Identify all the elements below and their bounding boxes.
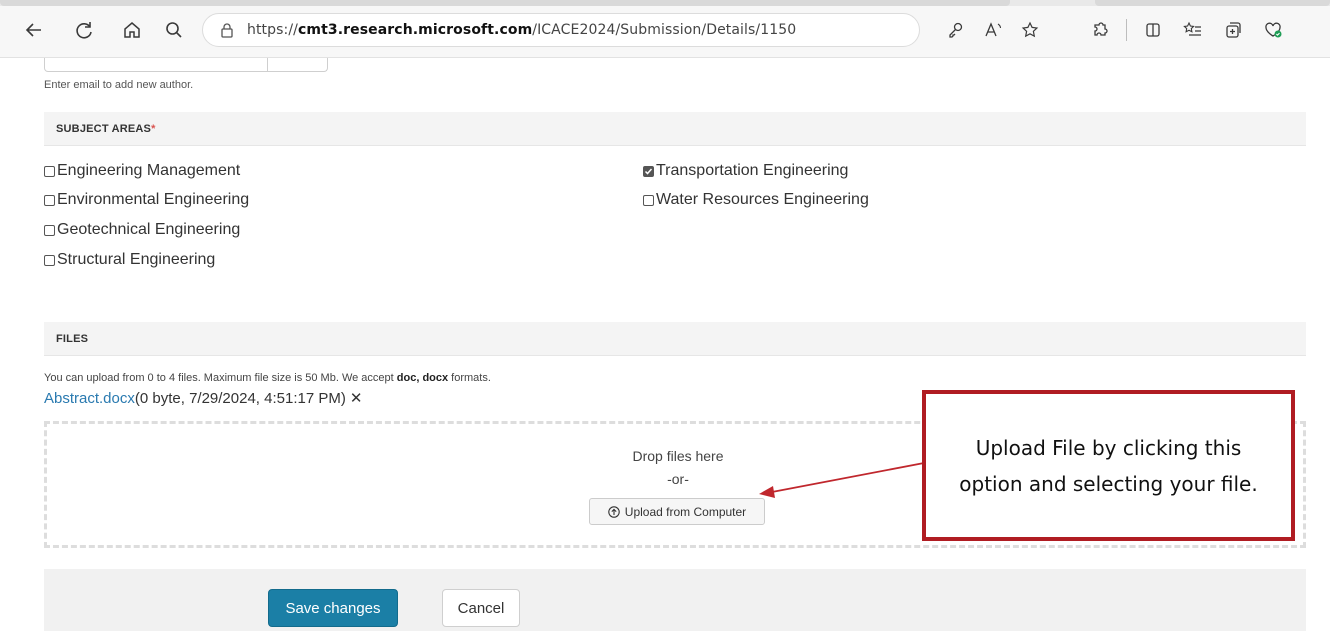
upload-circle-icon — [608, 505, 620, 518]
screenshot-root: https://cmt3.research.microsoft.com/ICAC… — [0, 0, 1330, 631]
subject-area-water-resources-engineering[interactable]: Water Resources Engineering — [643, 191, 869, 209]
browser-toolbar: https://cmt3.research.microsoft.com/ICAC… — [0, 0, 1330, 58]
search-icon[interactable] — [162, 18, 186, 42]
browser-toolbar-actions — [1088, 18, 1285, 42]
subject-area-engineering-management[interactable]: Engineering Management — [44, 162, 240, 180]
uploaded-file-link[interactable]: Abstract.docx — [44, 390, 135, 407]
address-bar[interactable]: https://cmt3.research.microsoft.com/ICAC… — [202, 13, 920, 47]
url-path: /ICACE2024/Submission/Details/1150 — [532, 22, 797, 38]
toolbar-divider — [1126, 19, 1127, 41]
files-note-prefix: You can upload from 0 to 4 files. Maximu… — [44, 372, 397, 384]
address-bar-actions — [944, 18, 1042, 42]
files-note-suffix: formats. — [448, 372, 491, 384]
form-actions-bar: Save changes Cancel — [44, 569, 1306, 631]
subject-area-geotechnical-engineering[interactable]: Geotechnical Engineering — [44, 221, 240, 239]
uploaded-file-meta: (0 byte, 7/29/2024, 4:51:17 PM) — [134, 389, 346, 407]
url-host: cmt3.research.microsoft.com — [297, 22, 533, 38]
subject-areas-title-text: SUBJECT AREAS — [56, 123, 152, 135]
favorites-list-icon[interactable] — [1181, 18, 1205, 42]
subject-area-label: Transportation Engineering — [656, 162, 849, 179]
files-note-formats: doc, docx — [396, 372, 449, 384]
checkbox[interactable] — [44, 165, 55, 177]
subject-area-label: Structural Engineering — [57, 251, 216, 268]
favorite-star-icon[interactable] — [1018, 18, 1042, 42]
subject-area-label: Engineering Management — [57, 162, 241, 179]
lock-icon[interactable] — [217, 20, 237, 40]
upload-from-computer-button[interactable]: Upload from Computer — [589, 498, 765, 525]
upload-button-label: Upload from Computer — [624, 504, 747, 519]
collections-icon[interactable] — [1221, 18, 1245, 42]
save-changes-button[interactable]: Save changes — [268, 589, 398, 627]
checkbox[interactable] — [643, 194, 654, 206]
author-email-divider — [267, 58, 268, 72]
checkbox[interactable] — [44, 194, 55, 206]
checkbox[interactable] — [44, 224, 55, 236]
extensions-icon[interactable] — [1088, 18, 1112, 42]
subject-area-environmental-engineering[interactable]: Environmental Engineering — [44, 191, 249, 209]
required-mark: * — [151, 123, 156, 135]
subject-areas-title: SUBJECT AREAS* — [56, 123, 156, 135]
key-icon[interactable] — [944, 18, 968, 42]
subject-areas-header: SUBJECT AREAS* — [44, 112, 1306, 146]
tab-remnant — [1095, 0, 1330, 6]
url-text: https://cmt3.research.microsoft.com/ICAC… — [247, 22, 796, 38]
back-arrow-icon[interactable] — [22, 18, 46, 42]
subject-area-label: Environmental Engineering — [57, 191, 250, 208]
browser-essentials-icon[interactable] — [1261, 18, 1285, 42]
remove-file-icon[interactable]: ✕ — [350, 389, 363, 407]
files-title: FILES — [56, 333, 89, 345]
read-aloud-icon[interactable] — [982, 18, 1006, 42]
home-icon[interactable] — [120, 18, 144, 42]
tab-remnant — [0, 0, 1010, 6]
tab-strip-remnant — [0, 0, 1330, 6]
subject-area-transportation-engineering[interactable]: Transportation Engineering — [643, 162, 848, 180]
checkmark-icon — [644, 168, 653, 175]
subject-area-label: Water Resources Engineering — [656, 191, 869, 208]
annotation-callout: Upload File by clicking this option and … — [922, 390, 1295, 541]
cancel-button[interactable]: Cancel — [442, 589, 520, 627]
checkbox[interactable] — [44, 254, 55, 266]
author-email-hint: Enter email to add new author. — [44, 79, 194, 91]
files-note: You can upload from 0 to 4 files. Maximu… — [44, 372, 491, 384]
subject-area-label: Geotechnical Engineering — [57, 221, 241, 238]
uploaded-file-row: Abstract.docx (0 byte, 7/29/2024, 4:51:1… — [44, 389, 362, 407]
refresh-icon[interactable] — [72, 18, 96, 42]
checkbox-checked[interactable] — [643, 165, 654, 177]
annotation-callout-text: Upload File by clicking this option and … — [959, 435, 1258, 496]
files-header: FILES — [44, 322, 1306, 356]
author-email-input[interactable] — [44, 58, 328, 72]
url-prefix: https:// — [247, 22, 298, 38]
subject-area-structural-engineering[interactable]: Structural Engineering — [44, 251, 215, 269]
split-screen-icon[interactable] — [1141, 18, 1165, 42]
